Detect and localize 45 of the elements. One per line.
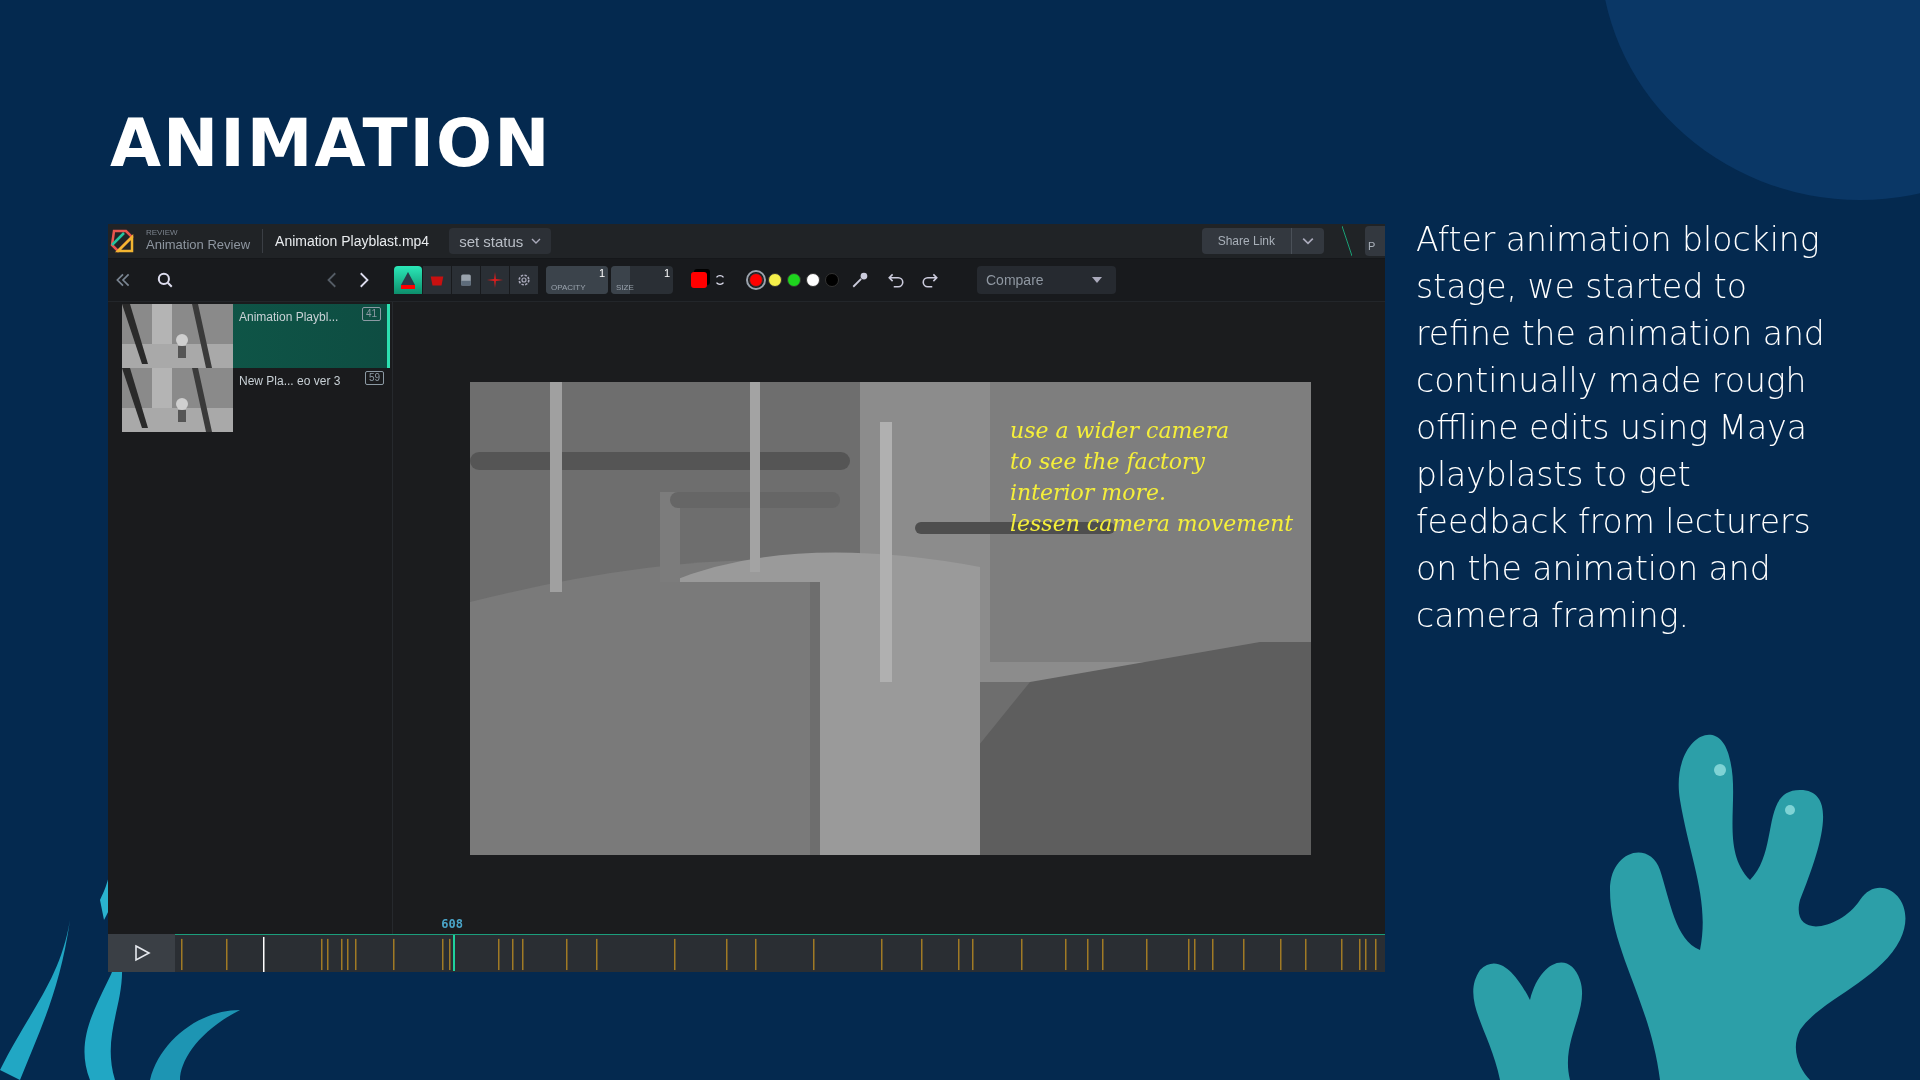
- share-link-button[interactable]: Share Link: [1201, 228, 1292, 254]
- publish-button[interactable]: P: [1365, 226, 1385, 256]
- shape-tool[interactable]: [394, 266, 422, 294]
- logo-icon: [110, 229, 134, 253]
- playlist-item[interactable]: Animation Playbl... 41: [122, 304, 390, 368]
- color-dot[interactable]: [749, 273, 763, 287]
- play-button[interactable]: [108, 934, 175, 972]
- eyedropper-icon[interactable]: [851, 271, 869, 289]
- comment-count: 59: [364, 371, 384, 385]
- color-dot[interactable]: [806, 273, 820, 287]
- playlist-title: New Pla... eo ver 3: [239, 374, 341, 388]
- opacity-slider[interactable]: OPACITY 1: [546, 266, 608, 294]
- triangle-icon: [398, 270, 418, 290]
- share-menu-caret-icon[interactable]: [1292, 228, 1324, 254]
- frame-number: 608: [441, 917, 463, 931]
- undo-icon[interactable]: [887, 271, 905, 289]
- slide-description: After animation blocking stage, we started to refine the animation and continually made rough offline edits using Maya playblasts to get feedback from lecturers on the animation and camera framing.: [1416, 219, 1826, 637]
- eraser-icon: [458, 272, 474, 288]
- section-label: REVIEW: [146, 229, 179, 239]
- color-dot[interactable]: [825, 273, 839, 287]
- comment-count: 41: [361, 307, 381, 321]
- status-dropdown[interactable]: set status: [449, 228, 552, 254]
- collapse-icon[interactable]: [114, 271, 132, 289]
- slide-title: ANIMATION: [110, 104, 553, 184]
- size-slider[interactable]: SIZE 1: [611, 266, 673, 294]
- eraser-tool[interactable]: [452, 266, 480, 294]
- settings-tool[interactable]: [510, 266, 538, 294]
- current-color-swatch[interactable]: [691, 272, 707, 288]
- annotation-line: use a wider camera: [1010, 418, 1230, 443]
- annotation-line: interior more.: [1010, 480, 1167, 505]
- caret-icon: [1092, 277, 1102, 283]
- caret-icon: [531, 238, 542, 244]
- redo-icon[interactable]: [921, 271, 939, 289]
- file-name: Animation Playblast.mp4: [275, 233, 430, 249]
- project-name: Animation Review: [146, 238, 251, 253]
- playlist-item[interactable]: New Pla... eo ver 3 59: [122, 368, 390, 432]
- color-dot[interactable]: [768, 273, 782, 287]
- color-dot[interactable]: [787, 273, 801, 287]
- divider-line: [1342, 226, 1352, 256]
- compare-dropdown[interactable]: Compare: [977, 266, 1116, 294]
- search-icon[interactable]: [156, 271, 174, 289]
- playlist-title: Animation Playbl...: [239, 310, 339, 324]
- settings-icon: [516, 272, 532, 288]
- annotation-line: lessen camera movement: [1010, 511, 1294, 536]
- annotation-line: to see the factory: [1010, 449, 1207, 474]
